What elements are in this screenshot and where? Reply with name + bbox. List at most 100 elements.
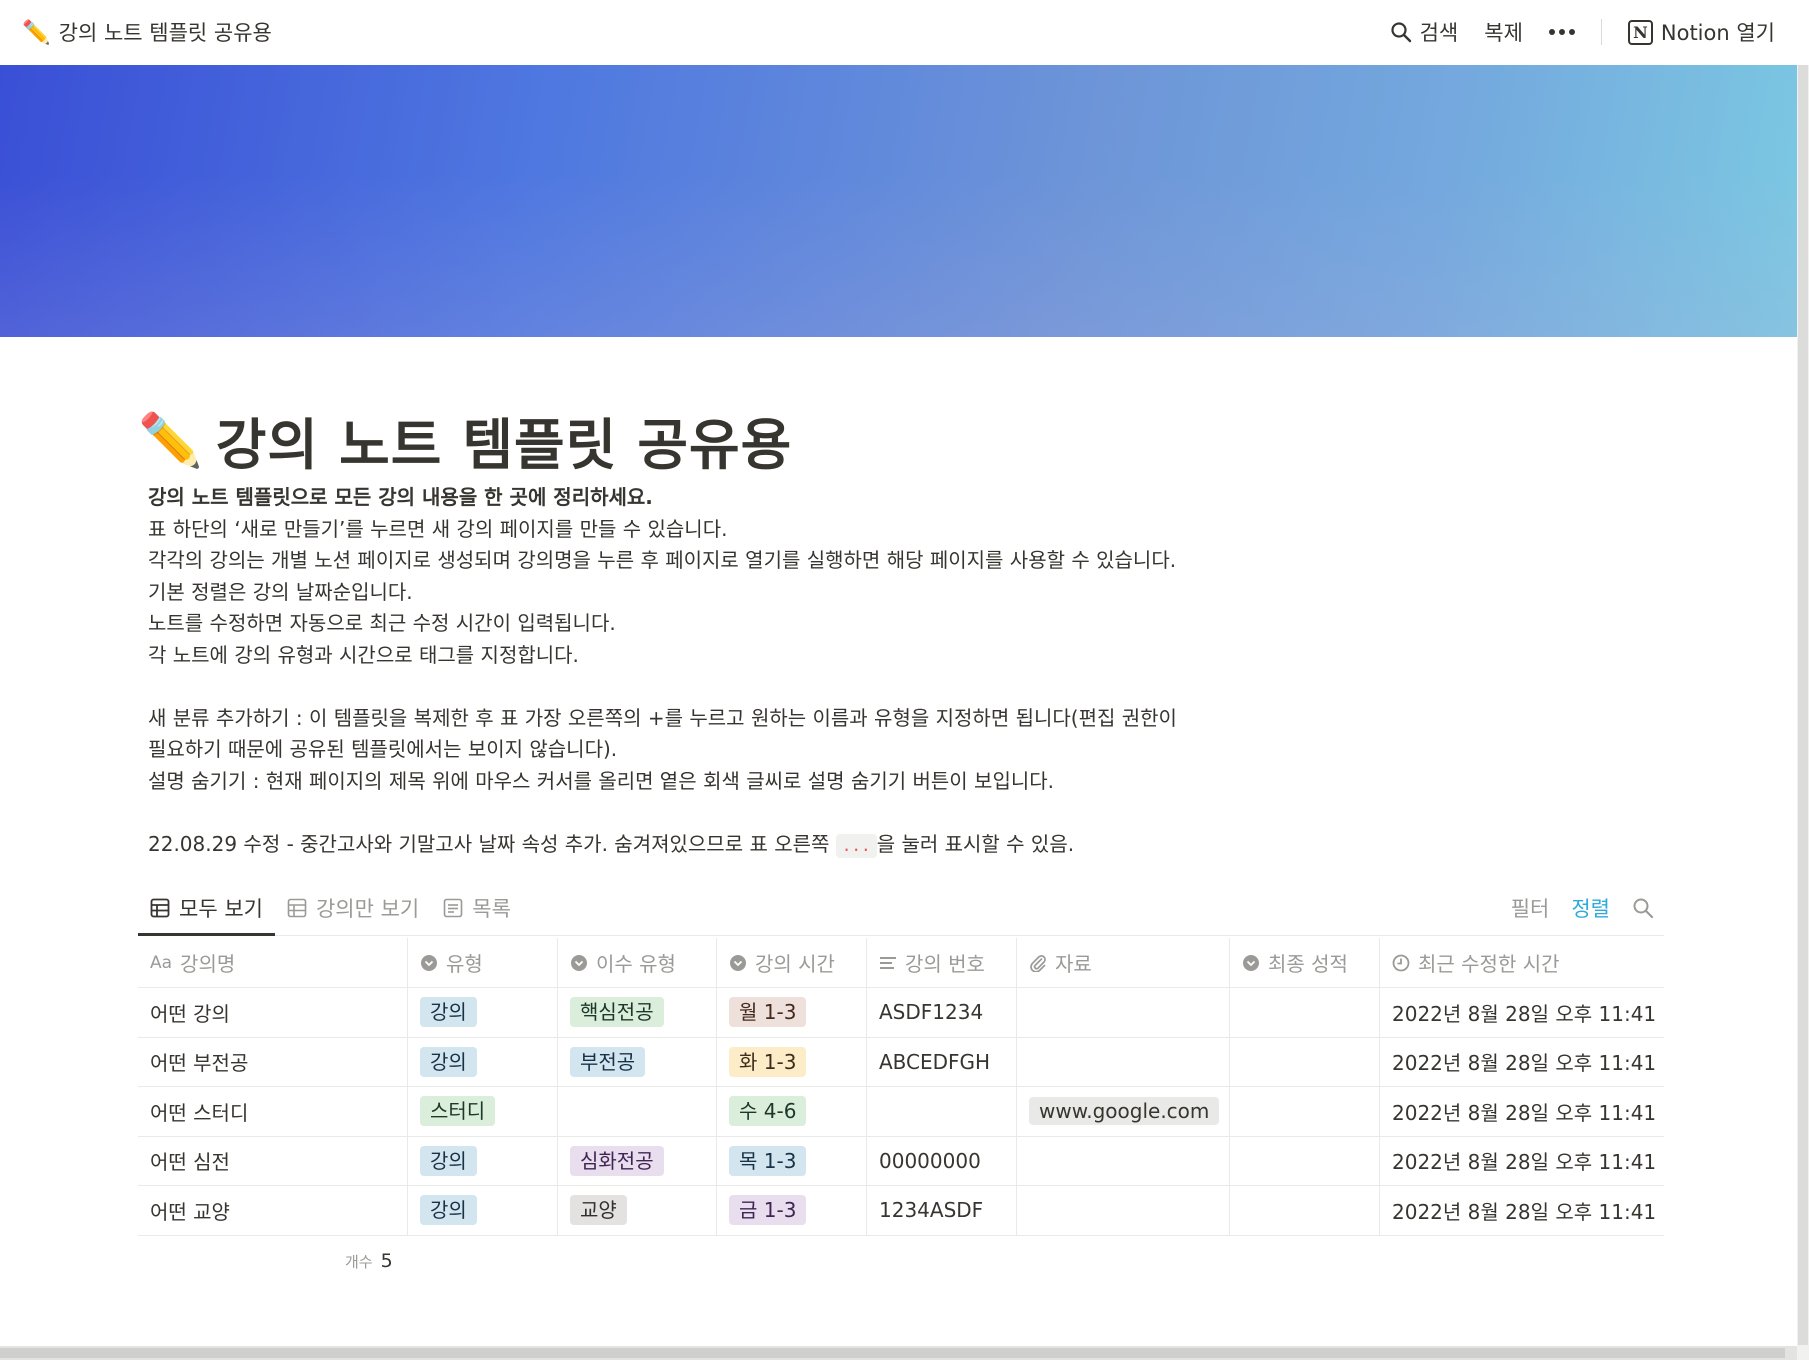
cell-materials[interactable] bbox=[1017, 1186, 1230, 1235]
page-title[interactable]: ✏️ 강의 노트 템플릿 공유용 bbox=[138, 400, 1668, 480]
cell-final-grade[interactable] bbox=[1230, 1087, 1380, 1136]
column-header-materials[interactable]: 자료 bbox=[1017, 938, 1230, 987]
cell-code-text: ASDF1234 bbox=[879, 1000, 984, 1025]
tab-lectures-view[interactable]: 강의만 보기 bbox=[275, 880, 431, 935]
cell-credit-type[interactable] bbox=[558, 1087, 717, 1136]
count-label: 개수 bbox=[345, 1253, 373, 1271]
cell-code-text: ABCEDFGH bbox=[879, 1049, 991, 1074]
table-row[interactable]: 어떤 강의 강의 핵심전공 월 1-3 ASDF1234 2022년 8월 28일 오후 … bbox=[138, 988, 1664, 1038]
breadcrumb[interactable]: ✏️ 강의 노트 템플릿 공유용 bbox=[22, 17, 272, 47]
cell-credit-type[interactable]: 핵심전공 bbox=[558, 988, 717, 1037]
cell-final-grade[interactable] bbox=[1230, 1136, 1380, 1185]
cell-final-grade[interactable] bbox=[1230, 1186, 1380, 1235]
cell-last-edited[interactable]: 2022년 8월 28일 오후 11:41 bbox=[1380, 988, 1664, 1037]
cell-code[interactable]: 1234ASDF bbox=[867, 1186, 1017, 1235]
cell-name[interactable]: 어떤 스터디 bbox=[138, 1087, 408, 1136]
table-row[interactable]: 어떤 부전공 강의 부전공 화 1-3 ABCEDFGH 2022년 8월 28일 오후 … bbox=[138, 1037, 1664, 1087]
table-body: 어떤 강의 강의 핵심전공 월 1-3 ASDF1234 2022년 8월 28일 오후 … bbox=[138, 988, 1664, 1236]
scrollbar-thumb[interactable] bbox=[1798, 65, 1808, 1345]
cell-time[interactable]: 월 1-3 bbox=[717, 988, 867, 1037]
cell-name[interactable]: 어떤 심전 bbox=[138, 1136, 408, 1185]
more-button[interactable] bbox=[1548, 22, 1575, 42]
cell-code[interactable]: ABCEDFGH bbox=[867, 1037, 1017, 1086]
table-row[interactable]: 어떤 스터디 스터디 수 4-6 www.google.com 2022년 8월 28일… bbox=[138, 1087, 1664, 1137]
search-icon[interactable] bbox=[1632, 897, 1654, 919]
cell-code[interactable]: 00000000 bbox=[867, 1136, 1017, 1185]
cell-credit-type[interactable]: 부전공 bbox=[558, 1037, 717, 1086]
cell-last-edited[interactable]: 2022년 8월 28일 오후 11:41 bbox=[1380, 1038, 1664, 1087]
tab-all-view[interactable]: 모두 보기 bbox=[138, 880, 275, 936]
breadcrumb-title[interactable]: 강의 노트 템플릿 공유용 bbox=[59, 17, 272, 47]
inline-code: ... bbox=[835, 833, 877, 858]
table-row[interactable]: 어떤 교양 강의 교양 금 1-3 1234ASDF 2022년 8월 28일 오후 11… bbox=[138, 1186, 1664, 1236]
clock-icon bbox=[1392, 954, 1410, 972]
duplicate-button[interactable]: 복제 bbox=[1484, 17, 1523, 47]
cell-name-text: 어떤 스터디 bbox=[150, 1100, 249, 1125]
cell-name[interactable]: 어떤 강의 bbox=[138, 988, 408, 1037]
cell-materials[interactable] bbox=[1017, 988, 1230, 1037]
add-category-line: 새 분류 추가하기 : 이 템플릿을 복제한 후 표 가장 오른쪽의 +를 누르… bbox=[148, 705, 1177, 730]
tab-label: 모두 보기 bbox=[179, 896, 263, 921]
description-line: 기본 정렬은 강의 날짜순입니다. bbox=[148, 579, 413, 604]
cell-credit-type[interactable]: 심화전공 bbox=[558, 1136, 717, 1185]
column-header-type[interactable]: 유형 bbox=[408, 938, 558, 987]
description-line: 노트를 수정하면 자동으로 최근 수정 시간이 입력됩니다. bbox=[148, 611, 616, 635]
material-link[interactable]: www.google.com bbox=[1029, 1097, 1220, 1126]
search-label: 검색 bbox=[1419, 21, 1459, 45]
cell-code[interactable] bbox=[867, 1087, 1017, 1136]
topbar-divider bbox=[1600, 19, 1602, 45]
open-in-notion-button[interactable]: N Notion 열기 bbox=[1627, 17, 1775, 47]
cell-last-edited[interactable]: 2022년 8월 28일 오후 11:41 bbox=[1380, 1137, 1664, 1186]
column-header-time[interactable]: 강의 시간 bbox=[717, 938, 867, 987]
column-header-label: 최근 수정한 시간 bbox=[1418, 952, 1560, 976]
empty-line bbox=[148, 671, 1668, 703]
pencil-emoji-icon: ✏️ bbox=[22, 19, 51, 46]
cell-materials[interactable] bbox=[1017, 1136, 1230, 1185]
cell-name[interactable]: 어떤 부전공 bbox=[138, 1037, 408, 1086]
cell-type[interactable]: 강의 bbox=[408, 1186, 558, 1235]
update-note-text-after: 을 눌러 표시할 수 있음. bbox=[876, 831, 1075, 856]
table-row[interactable]: 어떤 심전 강의 심화전공 목 1-3 00000000 2022년 8월 28일 오후 … bbox=[138, 1136, 1664, 1186]
cell-last-edited[interactable]: 2022년 8월 28일 오후 11:41 bbox=[1380, 1087, 1664, 1136]
page-cover bbox=[0, 65, 1797, 337]
tab-list-view[interactable]: 목록 bbox=[431, 880, 523, 935]
cell-type[interactable]: 강의 bbox=[408, 1136, 558, 1185]
column-header-label: 자료 bbox=[1055, 952, 1092, 976]
column-header-label: 유형 bbox=[446, 952, 483, 976]
column-header-name[interactable]: Aa 강의명 bbox=[138, 938, 408, 987]
cell-materials[interactable] bbox=[1017, 1037, 1230, 1086]
sort-button[interactable]: 정렬 bbox=[1571, 893, 1610, 923]
column-header-label: 최종 성적 bbox=[1268, 952, 1348, 976]
search-button[interactable]: 검색 bbox=[1390, 17, 1459, 47]
cell-materials[interactable]: www.google.com bbox=[1017, 1087, 1230, 1136]
cell-type[interactable]: 스터디 bbox=[408, 1087, 558, 1136]
pencil-emoji-icon[interactable]: ✏️ bbox=[138, 410, 204, 471]
column-header-final-grade[interactable]: 최종 성적 bbox=[1230, 938, 1380, 987]
cell-time[interactable]: 화 1-3 bbox=[717, 1037, 867, 1086]
cell-time[interactable]: 수 4-6 bbox=[717, 1087, 867, 1136]
search-icon bbox=[1390, 21, 1412, 43]
description-line: 표 하단의 ‘새로 만들기’를 누르면 새 강의 페이지를 만들 수 있습니다. bbox=[148, 516, 728, 541]
cell-time[interactable]: 목 1-3 bbox=[717, 1136, 867, 1185]
scrollbar-thumb[interactable] bbox=[0, 1348, 1785, 1358]
column-header-code[interactable]: 강의 번호 bbox=[867, 938, 1017, 987]
cell-type[interactable]: 강의 bbox=[408, 1037, 558, 1086]
vertical-scrollbar[interactable] bbox=[1797, 65, 1809, 1360]
cell-type[interactable]: 강의 bbox=[408, 988, 558, 1037]
filter-button[interactable]: 필터 bbox=[1511, 893, 1550, 923]
cell-final-grade[interactable] bbox=[1230, 988, 1380, 1037]
column-header-last-edited[interactable]: 최근 수정한 시간 bbox=[1380, 938, 1664, 987]
column-header-credit-type[interactable]: 이수 유형 bbox=[558, 938, 717, 987]
cell-credit-type[interactable]: 교양 bbox=[558, 1186, 717, 1235]
cell-code[interactable]: ASDF1234 bbox=[867, 988, 1017, 1037]
tag: 부전공 bbox=[570, 1046, 646, 1077]
table-icon bbox=[150, 898, 170, 918]
horizontal-scrollbar[interactable] bbox=[0, 1346, 1797, 1360]
cell-name[interactable]: 어떤 교양 bbox=[138, 1186, 408, 1235]
cell-time[interactable]: 금 1-3 bbox=[717, 1186, 867, 1235]
page-title-text[interactable]: 강의 노트 템플릿 공유용 bbox=[216, 400, 792, 480]
text-aa-icon: Aa bbox=[150, 952, 173, 973]
cell-last-edited[interactable]: 2022년 8월 28일 오후 11:41 bbox=[1380, 1186, 1664, 1235]
update-note-text: 22.08.29 수정 - 중간고사와 기말고사 날짜 속성 추가. 숨겨져있으… bbox=[148, 831, 836, 856]
cell-final-grade[interactable] bbox=[1230, 1037, 1380, 1086]
